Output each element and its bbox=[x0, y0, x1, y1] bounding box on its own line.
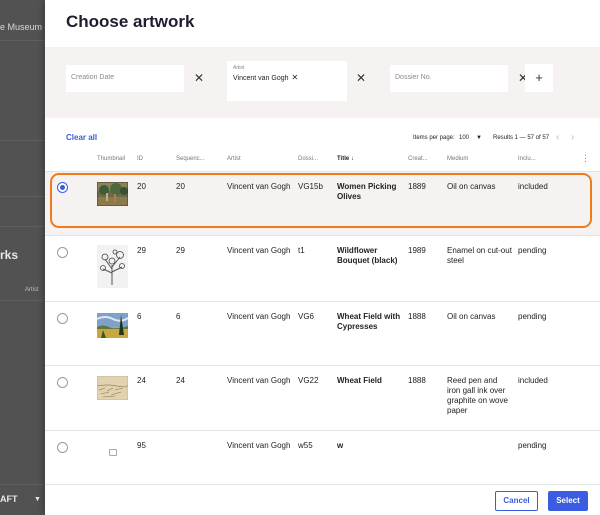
row-title: w bbox=[337, 441, 344, 450]
cypresses-painting-icon bbox=[97, 313, 128, 338]
selection-highlight bbox=[50, 173, 592, 228]
background-status: AFT bbox=[0, 494, 18, 504]
column-title[interactable]: Title ↓ bbox=[337, 156, 354, 162]
items-per-page-select[interactable]: 100 bbox=[459, 135, 469, 141]
row-inclusion: pending bbox=[518, 441, 547, 450]
choose-artwork-modal: Choose artwork Creation Date ✕ Artist Vi… bbox=[45, 0, 600, 515]
column-dossier[interactable]: Dossi... bbox=[298, 156, 318, 162]
image-placeholder-icon bbox=[109, 449, 117, 456]
row-dossier: t1 bbox=[298, 246, 305, 255]
row-artist: Vincent van Gogh bbox=[227, 376, 291, 385]
column-artist[interactable]: Artist bbox=[227, 156, 241, 162]
chevron-left-icon[interactable]: ‹ bbox=[556, 132, 559, 143]
row-inclusion: pending bbox=[518, 246, 547, 255]
row-dossier: VG6 bbox=[298, 312, 315, 321]
background-divider bbox=[0, 484, 45, 485]
modal-title: Choose artwork bbox=[66, 12, 195, 31]
row-id: 95 bbox=[137, 441, 146, 450]
artwork-thumbnail bbox=[97, 376, 128, 400]
row-radio[interactable] bbox=[57, 313, 68, 324]
background-divider bbox=[0, 226, 45, 227]
row-radio[interactable] bbox=[57, 442, 68, 453]
select-button[interactable]: Select bbox=[548, 491, 588, 511]
row-sequence: 29 bbox=[176, 246, 185, 255]
row-sequence: 24 bbox=[176, 376, 185, 385]
row-radio[interactable] bbox=[57, 377, 68, 388]
add-filter-button[interactable]: + bbox=[525, 64, 553, 92]
bouquet-artwork-icon bbox=[97, 245, 128, 288]
results-count: Results 1 — 57 of 57 bbox=[493, 135, 550, 141]
table-row[interactable]: 24 24 Vincent van Gogh VG22 Wheat Field … bbox=[45, 365, 600, 430]
background-artist-label: Artist bbox=[25, 287, 39, 293]
row-creation: 1989 bbox=[408, 246, 426, 255]
row-dossier: w55 bbox=[298, 441, 313, 450]
row-medium: Reed pen and iron gall ink over graphite… bbox=[447, 376, 508, 415]
background-heading: rks bbox=[0, 248, 19, 262]
background-divider bbox=[0, 140, 45, 141]
column-inclusion[interactable]: Inclu... bbox=[518, 156, 536, 162]
row-artist: Vincent van Gogh bbox=[227, 441, 291, 450]
creation-date-placeholder: Creation Date bbox=[71, 74, 115, 81]
table-row[interactable]: 29 29 Vincent van Gogh t1 Wildflower Bou… bbox=[45, 235, 600, 301]
modal-footer: Cancel Select bbox=[45, 484, 600, 515]
row-id: 29 bbox=[137, 246, 146, 255]
dossier-placeholder: Dossier No. bbox=[395, 74, 432, 81]
chevron-down-icon: ▼ bbox=[34, 496, 41, 503]
background-museum-name: e Museum of A bbox=[0, 22, 45, 32]
row-radio[interactable] bbox=[57, 247, 68, 258]
column-id[interactable]: ID bbox=[137, 156, 143, 162]
artist-chip-label: Vincent van Gogh bbox=[233, 75, 289, 82]
row-creation: 1888 bbox=[408, 376, 426, 385]
row-title: Wildflower Bouquet (black) bbox=[337, 246, 398, 265]
artist-filter-label: Artist bbox=[233, 65, 245, 71]
background-app: e Museum of A rks Artist AFT ▼ bbox=[0, 0, 45, 515]
creation-date-filter[interactable]: Creation Date bbox=[66, 65, 184, 92]
row-title: Wheat Field bbox=[337, 376, 382, 385]
table-toolbar: Clear all Items per page: 100 ▼ Results … bbox=[45, 126, 600, 148]
table-row[interactable]: 95 Vincent van Gogh w55 w pending bbox=[45, 430, 600, 484]
filter-bar: Creation Date ✕ Artist Vincent van Gogh ✕… bbox=[45, 47, 600, 118]
background-divider bbox=[0, 40, 45, 41]
table-header: Thumbnail ID Sequenc... Artist Dossi... … bbox=[45, 150, 600, 170]
row-medium: Oil on canvas bbox=[447, 312, 496, 321]
clear-creation-date-icon[interactable]: ✕ bbox=[194, 70, 204, 86]
column-sequence[interactable]: Sequenc... bbox=[176, 156, 205, 162]
artwork-thumbnail bbox=[97, 245, 128, 288]
row-medium: Enamel on cut-out steel bbox=[447, 246, 512, 265]
row-sequence: 6 bbox=[176, 312, 181, 321]
background-divider bbox=[0, 300, 45, 301]
caret-down-icon[interactable]: ▼ bbox=[476, 135, 482, 141]
row-dossier: VG22 bbox=[298, 376, 319, 385]
clear-artist-icon[interactable]: ✕ bbox=[356, 70, 366, 86]
column-thumbnail[interactable]: Thumbnail bbox=[97, 156, 125, 162]
chevron-right-icon[interactable]: › bbox=[571, 132, 574, 143]
dossier-filter[interactable]: Dossier No. bbox=[390, 65, 508, 92]
column-creation[interactable]: Creat... bbox=[408, 156, 428, 162]
row-id: 6 bbox=[137, 312, 142, 321]
remove-chip-icon[interactable]: ✕ bbox=[292, 73, 299, 82]
clear-all-link[interactable]: Clear all bbox=[66, 133, 97, 142]
background-divider bbox=[0, 196, 45, 197]
artist-filter[interactable]: Artist Vincent van Gogh ✕ bbox=[227, 61, 347, 101]
row-creation: 1888 bbox=[408, 312, 426, 321]
row-artist: Vincent van Gogh bbox=[227, 246, 291, 255]
artist-chip: Vincent van Gogh ✕ bbox=[233, 73, 298, 82]
items-per-page-label: Items per page: bbox=[413, 135, 455, 141]
row-inclusion: included bbox=[518, 376, 548, 385]
artwork-thumbnail bbox=[97, 313, 128, 338]
wheat-field-drawing-icon bbox=[97, 376, 128, 400]
row-title: Wheat Field with Cypresses bbox=[337, 312, 401, 331]
more-vertical-icon[interactable]: ⋮ bbox=[581, 153, 590, 164]
row-artist: Vincent van Gogh bbox=[227, 312, 291, 321]
row-inclusion: pending bbox=[518, 312, 547, 321]
cancel-button[interactable]: Cancel bbox=[495, 491, 538, 511]
row-id: 24 bbox=[137, 376, 146, 385]
table-row[interactable]: 6 6 Vincent van Gogh VG6 Wheat Field wit… bbox=[45, 301, 600, 365]
column-medium[interactable]: Medium bbox=[447, 156, 468, 162]
